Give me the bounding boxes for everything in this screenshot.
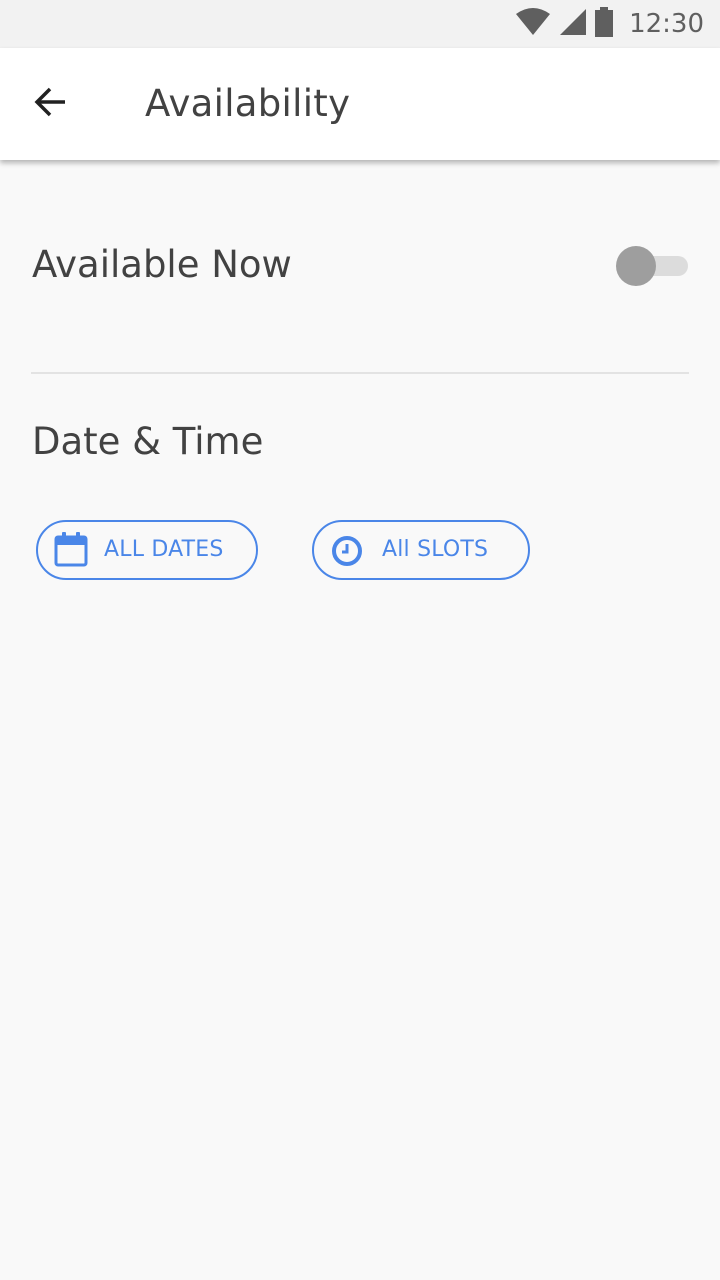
- available-now-toggle[interactable]: [616, 246, 690, 286]
- available-now-label: Available Now: [32, 243, 292, 286]
- all-dates-button[interactable]: ALL DATES: [36, 520, 258, 580]
- wifi-icon: [515, 8, 551, 40]
- all-slots-label: All SLOTS: [382, 537, 489, 562]
- status-icons: 12:30: [515, 0, 704, 48]
- all-slots-button[interactable]: All SLOTS: [312, 520, 530, 580]
- date-time-heading: Date & Time: [32, 420, 264, 463]
- divider: [31, 372, 689, 374]
- toggle-thumb: [616, 246, 656, 286]
- page-title: Availability: [145, 82, 351, 125]
- app-bar: Availability: [0, 48, 720, 160]
- calendar-icon: [54, 531, 88, 567]
- all-dates-label: ALL DATES: [104, 537, 224, 562]
- status-time: 12:30: [629, 9, 704, 39]
- arrow-back-icon: [32, 84, 68, 124]
- status-bar: 12:30: [0, 0, 720, 48]
- battery-icon: [595, 7, 614, 41]
- back-button[interactable]: [20, 74, 80, 134]
- clock-icon: [331, 535, 363, 567]
- cell-signal-icon: [559, 8, 587, 40]
